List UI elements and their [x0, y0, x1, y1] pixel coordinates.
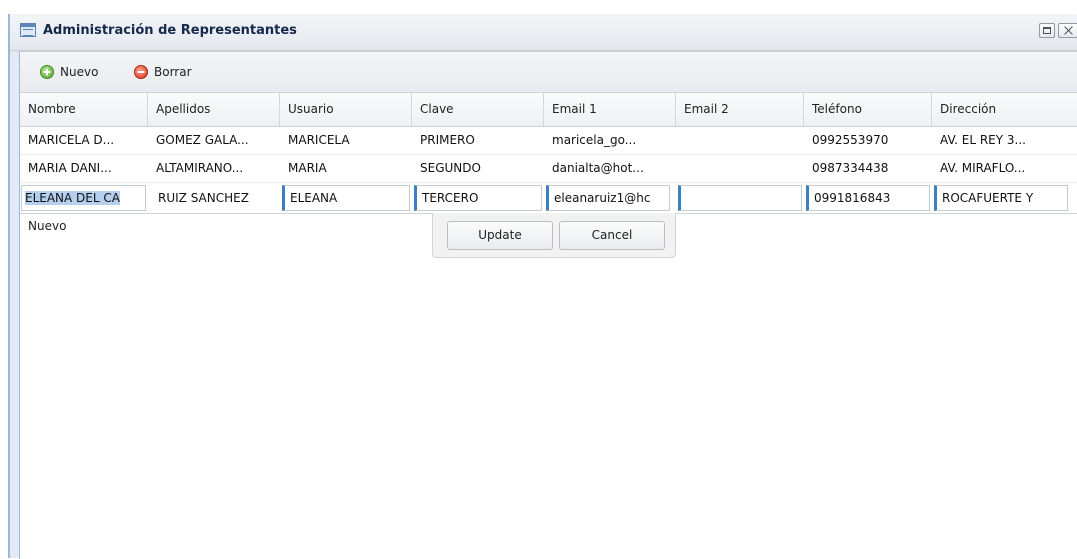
delete-button-label: Borrar [154, 65, 192, 79]
cell-apellidos: ALTAMIRANO... [156, 161, 244, 175]
window-titlebar: Administración de Representantes [10, 14, 1077, 51]
column-header-apellidos[interactable]: Apellidos [148, 93, 280, 126]
cell-email1: maricela_go... [552, 133, 637, 147]
edit-email1-field[interactable]: eleanaruiz1@hc [546, 185, 670, 211]
column-header-email2[interactable]: Email 2 [676, 93, 804, 126]
maximize-button[interactable] [1039, 23, 1055, 38]
cell-direccion: AV. EL REY 3... [940, 133, 1026, 147]
new-row-label: Nuevo [28, 219, 67, 233]
edit-apellidos-value: RUIZ SANCHEZ [150, 185, 280, 211]
edit-direccion-field[interactable]: ROCAFUERTE Y [934, 185, 1068, 211]
cell-clave: SEGUNDO [420, 161, 481, 175]
table-row[interactable]: MARICELA D... GOMEZ GALA... MARICELA PRI… [20, 127, 1077, 155]
cell-direccion: AV. MIRAFLO... [940, 161, 1026, 175]
edit-email2-field[interactable] [678, 185, 802, 211]
edit-usuario-field[interactable]: ELEANA [282, 185, 410, 211]
edit-clave-field[interactable]: TERCERO [414, 185, 542, 211]
grid-panel: Nuevo Borrar Nombre Apellidos Usuario Cl… [19, 51, 1077, 559]
selected-text: ELEANA DEL CA [25, 191, 120, 205]
column-header-direccion[interactable]: Dirección [932, 93, 1077, 126]
column-header-telefono[interactable]: Teléfono [804, 93, 932, 126]
delete-button[interactable]: Borrar [134, 65, 192, 79]
column-header-clave[interactable]: Clave [412, 93, 544, 126]
edit-telefono-field[interactable]: 0991816843 [806, 185, 930, 211]
cancel-button[interactable]: Cancel [559, 221, 665, 250]
close-button[interactable] [1058, 23, 1077, 38]
grid-header: Nombre Apellidos Usuario Clave Email 1 E… [20, 93, 1077, 127]
cell-email2 [676, 155, 804, 182]
add-button-label: Nuevo [60, 65, 99, 79]
column-header-email1[interactable]: Email 1 [544, 93, 676, 126]
column-header-nombre[interactable]: Nombre [20, 93, 148, 126]
update-button[interactable]: Update [447, 221, 553, 250]
cell-nombre: MARIA DANI... [28, 161, 112, 175]
cell-apellidos: GOMEZ GALA... [156, 133, 249, 147]
left-frame-edge [0, 0, 9, 558]
table-row[interactable]: MARIA DANI... ALTAMIRANO... MARIA SEGUND… [20, 155, 1077, 183]
add-icon [40, 65, 54, 79]
cell-email2 [676, 127, 804, 154]
cell-email1: danialta@hot... [552, 161, 644, 175]
cell-usuario: MARICELA [288, 133, 350, 147]
add-button[interactable]: Nuevo [40, 65, 98, 79]
cell-telefono: 0987334438 [812, 161, 889, 175]
cell-nombre: MARICELA D... [28, 133, 115, 147]
cell-usuario: MARIA [288, 161, 327, 175]
window-grid-icon [20, 23, 36, 37]
row-editor-buttons: Update Cancel [432, 213, 676, 258]
column-header-usuario[interactable]: Usuario [280, 93, 412, 126]
window-title: Administración de Representantes [43, 23, 297, 38]
edit-nombre-field[interactable]: ELEANA DEL CA [21, 185, 146, 211]
cell-clave: PRIMERO [420, 133, 475, 147]
toolbar: Nuevo Borrar [20, 52, 1077, 93]
delete-icon [134, 65, 148, 79]
cell-telefono: 0992553970 [812, 133, 889, 147]
editing-row: ELEANA DEL CA RUIZ SANCHEZ ELEANA TERCER… [20, 183, 1077, 214]
